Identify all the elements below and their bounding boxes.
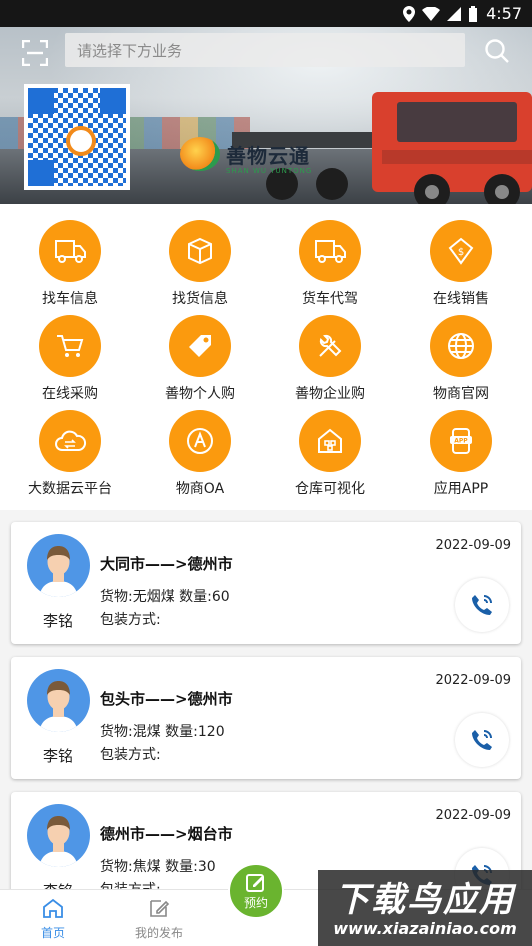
- menu-label: 找车信息: [42, 291, 98, 307]
- menu-label: 物商OA: [175, 481, 225, 497]
- call-button[interactable]: [455, 578, 509, 632]
- watermark-url: www.xiazainiao.com: [333, 919, 517, 938]
- goods-info: 货物:无烟煤 数量:60: [100, 589, 230, 605]
- route: 德州市——>烟台市: [100, 825, 233, 843]
- menu-personal-buy[interactable]: 善物个人购: [135, 315, 265, 403]
- menu-label: 物商官网: [433, 386, 489, 402]
- menu-label: 仓库可视化: [295, 481, 365, 497]
- edit-icon: [246, 873, 264, 892]
- menu-online-sales[interactable]: $ 在线销售: [396, 220, 526, 308]
- goods-info: 货物:焦煤 数量:30: [100, 859, 216, 875]
- logo-icon: [180, 137, 220, 171]
- avatar: [27, 534, 90, 597]
- a-circle-icon: [187, 428, 213, 454]
- price-tag-icon: $: [448, 237, 474, 265]
- post-date: 2022-09-09: [435, 538, 511, 553]
- brand-logo: 善物云通 SHAN WU YUNTONG: [180, 137, 311, 175]
- app-icon: APP: [450, 428, 472, 454]
- menu-label: 应用APP: [433, 481, 489, 497]
- route: 包头市——>德州市: [100, 690, 233, 708]
- menu-label: 在线销售: [433, 291, 489, 307]
- globe-icon: [448, 333, 474, 359]
- truck-icon: [315, 240, 346, 263]
- box-icon: [188, 237, 212, 265]
- post-date: 2022-09-09: [435, 673, 511, 688]
- user-name: 李铭: [42, 747, 73, 765]
- tab-my-posts-label: 我的发布: [134, 926, 183, 940]
- tab-home[interactable]: 首页: [13, 898, 93, 941]
- tools-icon: [319, 334, 342, 357]
- service-menu: 找车信息 找货信息 货车代驾 $ 在线销售 在线采购 善物个人购 善物企业购 物…: [0, 204, 532, 510]
- svg-text:$: $: [458, 247, 464, 258]
- packing-method: 包装方式:: [100, 747, 161, 763]
- menu-find-goods[interactable]: 找货信息: [135, 220, 265, 308]
- avatar: [27, 669, 90, 732]
- menu-enterprise-buy[interactable]: 善物企业购: [265, 315, 395, 403]
- cargo-card[interactable]: 李铭 大同市——>德州市 货物:无烟煤 数量:60 包装方式: 2022-09-…: [11, 522, 521, 644]
- tab-home-label: 首页: [40, 926, 65, 940]
- menu-online-purchase[interactable]: 在线采购: [5, 315, 135, 403]
- brand-name: 善物云通: [226, 143, 310, 168]
- tab-my-posts[interactable]: 我的发布: [119, 898, 199, 941]
- user-name: 李铭: [42, 612, 73, 630]
- reserve-button[interactable]: 预约: [228, 863, 284, 919]
- search-input[interactable]: 请选择下方业务: [65, 33, 465, 67]
- watermark-title: 下载鸟应用: [335, 880, 515, 920]
- menu-label: 找货信息: [172, 291, 228, 307]
- top-bar: 请选择下方业务: [0, 30, 532, 72]
- search-icon[interactable]: [484, 38, 510, 64]
- status-icons: [403, 5, 478, 22]
- phone-icon: [472, 730, 492, 750]
- menu-find-truck[interactable]: 找车信息: [5, 220, 135, 308]
- post-date: 2022-09-09: [435, 808, 511, 823]
- call-button[interactable]: [455, 713, 509, 767]
- watermark: 下载鸟应用 www.xiazainiao.com: [318, 870, 532, 946]
- location-icon: [403, 5, 416, 22]
- menu-label: 在线采购: [42, 386, 98, 402]
- scan-icon[interactable]: [22, 40, 48, 66]
- cart-icon: [57, 335, 84, 357]
- menu-label: 货车代驾: [302, 291, 358, 307]
- tag-icon: [189, 335, 211, 357]
- menu-warehouse-visual[interactable]: 仓库可视化: [265, 410, 395, 498]
- signal-icon: [447, 6, 462, 21]
- status-bar: 4:57: [0, 0, 532, 27]
- brand-sub: SHAN WU YUNTONG: [226, 167, 313, 175]
- reserve-label: 预约: [243, 895, 268, 910]
- menu-label: 大数据云平台: [28, 481, 112, 497]
- wifi-icon: [422, 6, 441, 21]
- search-placeholder: 请选择下方业务: [77, 41, 183, 60]
- menu-label: 善物企业购: [295, 386, 365, 402]
- packing-method: 包装方式:: [100, 612, 161, 628]
- menu-truck-driving[interactable]: 货车代驾: [265, 220, 395, 308]
- cloud-icon: [55, 430, 87, 451]
- menu-big-data-cloud[interactable]: 大数据云平台: [5, 410, 135, 498]
- avatar: [27, 804, 90, 867]
- goods-info: 货物:混煤 数量:120: [100, 724, 225, 740]
- menu-label: 善物个人购: [165, 386, 235, 402]
- menu-official-site[interactable]: 物商官网: [396, 315, 526, 403]
- truck-icon: [55, 240, 86, 263]
- phone-icon: [472, 595, 492, 615]
- cargo-card[interactable]: 李铭 包头市——>德州市 货物:混煤 数量:120 包装方式: 2022-09-…: [11, 657, 521, 779]
- menu-app[interactable]: APP 应用APP: [396, 410, 526, 498]
- edit-icon: [150, 900, 170, 917]
- warehouse-icon: [318, 428, 342, 453]
- battery-icon: [469, 5, 478, 22]
- status-time: 4:57: [486, 4, 522, 23]
- route: 大同市——>德州市: [100, 555, 233, 573]
- svg-text:APP: APP: [454, 438, 468, 445]
- home-icon: [43, 898, 63, 918]
- menu-oa[interactable]: 物商OA: [135, 410, 265, 498]
- qr-code[interactable]: [24, 84, 130, 190]
